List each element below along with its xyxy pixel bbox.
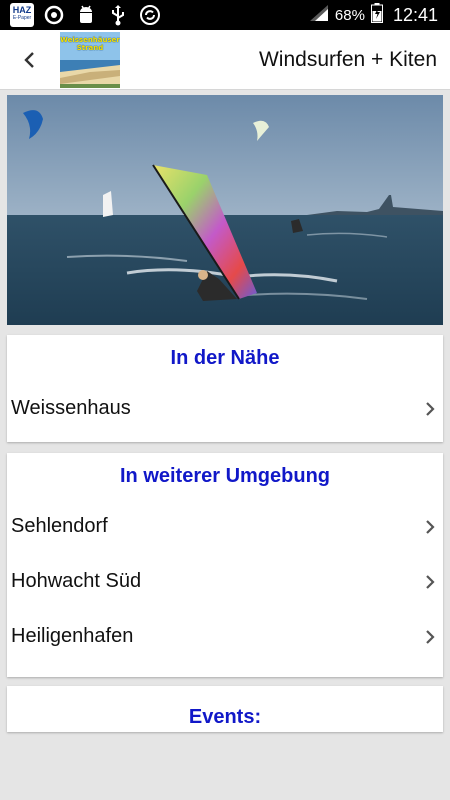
list-item-heiligenhafen[interactable]: Heiligenhafen [7, 609, 443, 664]
signal-icon [309, 4, 329, 26]
list-item-label: Hohwacht Süd [11, 570, 142, 592]
chevron-right-icon [426, 520, 435, 534]
battery-percent: 68% [334, 6, 365, 24]
sync-icon [42, 3, 66, 27]
nearby-heading: In der Nähe [170, 347, 280, 369]
list-item-hohwacht-sued[interactable]: Hohwacht Süd [7, 554, 443, 609]
haz-app-icon: HAZ E-Paper [10, 3, 34, 27]
events-section: Events: [7, 686, 443, 732]
back-button[interactable] [14, 45, 44, 75]
list-item-label: Sehlendorf [11, 515, 108, 537]
android-icon [74, 3, 98, 27]
usb-icon [106, 3, 130, 27]
app-logo: Weissenhäuser Strand [60, 32, 120, 88]
logo-text: Weissenhäuser Strand [60, 36, 120, 52]
app-bar: Weissenhäuser Strand Windsurfen + Kiten [0, 30, 450, 90]
system-indicators: 68% 12:41 [309, 0, 438, 30]
list-item-label: Weissenhaus [11, 397, 131, 419]
page-title: Windsurfen + Kiten [258, 48, 437, 71]
list-item-label: Heiligenhafen [11, 625, 134, 647]
further-heading: In weiterer Umgebung [119, 465, 331, 487]
status-bar: HAZ E-Paper 68% 12:41 [0, 0, 450, 30]
further-section: In weiterer Umgebung Sehlendorf Hohwacht… [7, 453, 443, 677]
nearby-section: In der Nähe Weissenhaus [7, 335, 443, 442]
list-item-sehlendorf[interactable]: Sehlendorf [7, 499, 443, 554]
clock: 12:41 [392, 4, 438, 25]
haz-badge-text: HAZ [12, 5, 32, 15]
logo-line1: Weissenhäuser [60, 36, 120, 44]
notification-icons: HAZ E-Paper [10, 3, 162, 27]
hero-image [7, 95, 443, 325]
chevron-right-icon [426, 402, 435, 416]
events-heading: Events: [188, 706, 262, 728]
chevron-right-icon [426, 575, 435, 589]
battery-icon [370, 3, 383, 27]
refresh-icon [138, 3, 162, 27]
chevron-left-icon [24, 52, 34, 68]
haz-badge-subtext: E-Paper [12, 15, 32, 21]
list-item-weissenhaus[interactable]: Weissenhaus [7, 381, 443, 436]
chevron-right-icon [426, 630, 435, 644]
logo-line2: Strand [76, 44, 104, 52]
